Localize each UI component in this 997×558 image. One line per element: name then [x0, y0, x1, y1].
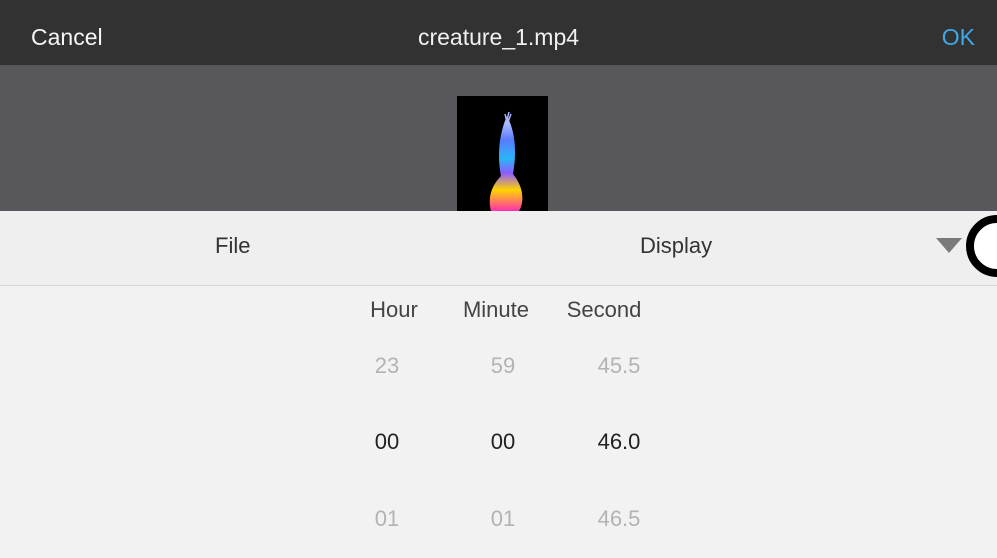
- tab-bar: File Display: [0, 211, 997, 286]
- second-value-next[interactable]: 46.5: [569, 506, 669, 532]
- video-preview-area: [0, 65, 997, 211]
- hour-header: Hour: [370, 297, 418, 322]
- top-bar: Cancel creature_1.mp4 OK: [0, 0, 997, 65]
- second-value-prev[interactable]: 45.5: [569, 353, 669, 379]
- second-header: Second: [566, 297, 642, 322]
- minute-value-selected[interactable]: 00: [453, 429, 553, 455]
- ok-button[interactable]: OK: [942, 0, 975, 72]
- video-thumbnail[interactable]: [457, 96, 548, 211]
- minute-header: Minute: [462, 297, 530, 322]
- hour-value-next[interactable]: 01: [337, 506, 437, 532]
- minute-value-next[interactable]: 01: [453, 506, 553, 532]
- minute-value-prev[interactable]: 59: [453, 353, 553, 379]
- hour-value-prev[interactable]: 23: [337, 353, 437, 379]
- creature-image: [457, 96, 548, 211]
- tab-display[interactable]: Display: [640, 211, 712, 281]
- tab-file[interactable]: File: [215, 211, 250, 281]
- second-value-selected[interactable]: 46.0: [569, 429, 669, 455]
- triangle-down-icon[interactable]: [936, 238, 962, 253]
- hour-value-selected[interactable]: 00: [337, 429, 437, 455]
- file-title: creature_1.mp4: [417, 24, 580, 50]
- time-picker[interactable]: Hour Minute Second 23 59 45.5 00 00 46.0…: [0, 286, 997, 558]
